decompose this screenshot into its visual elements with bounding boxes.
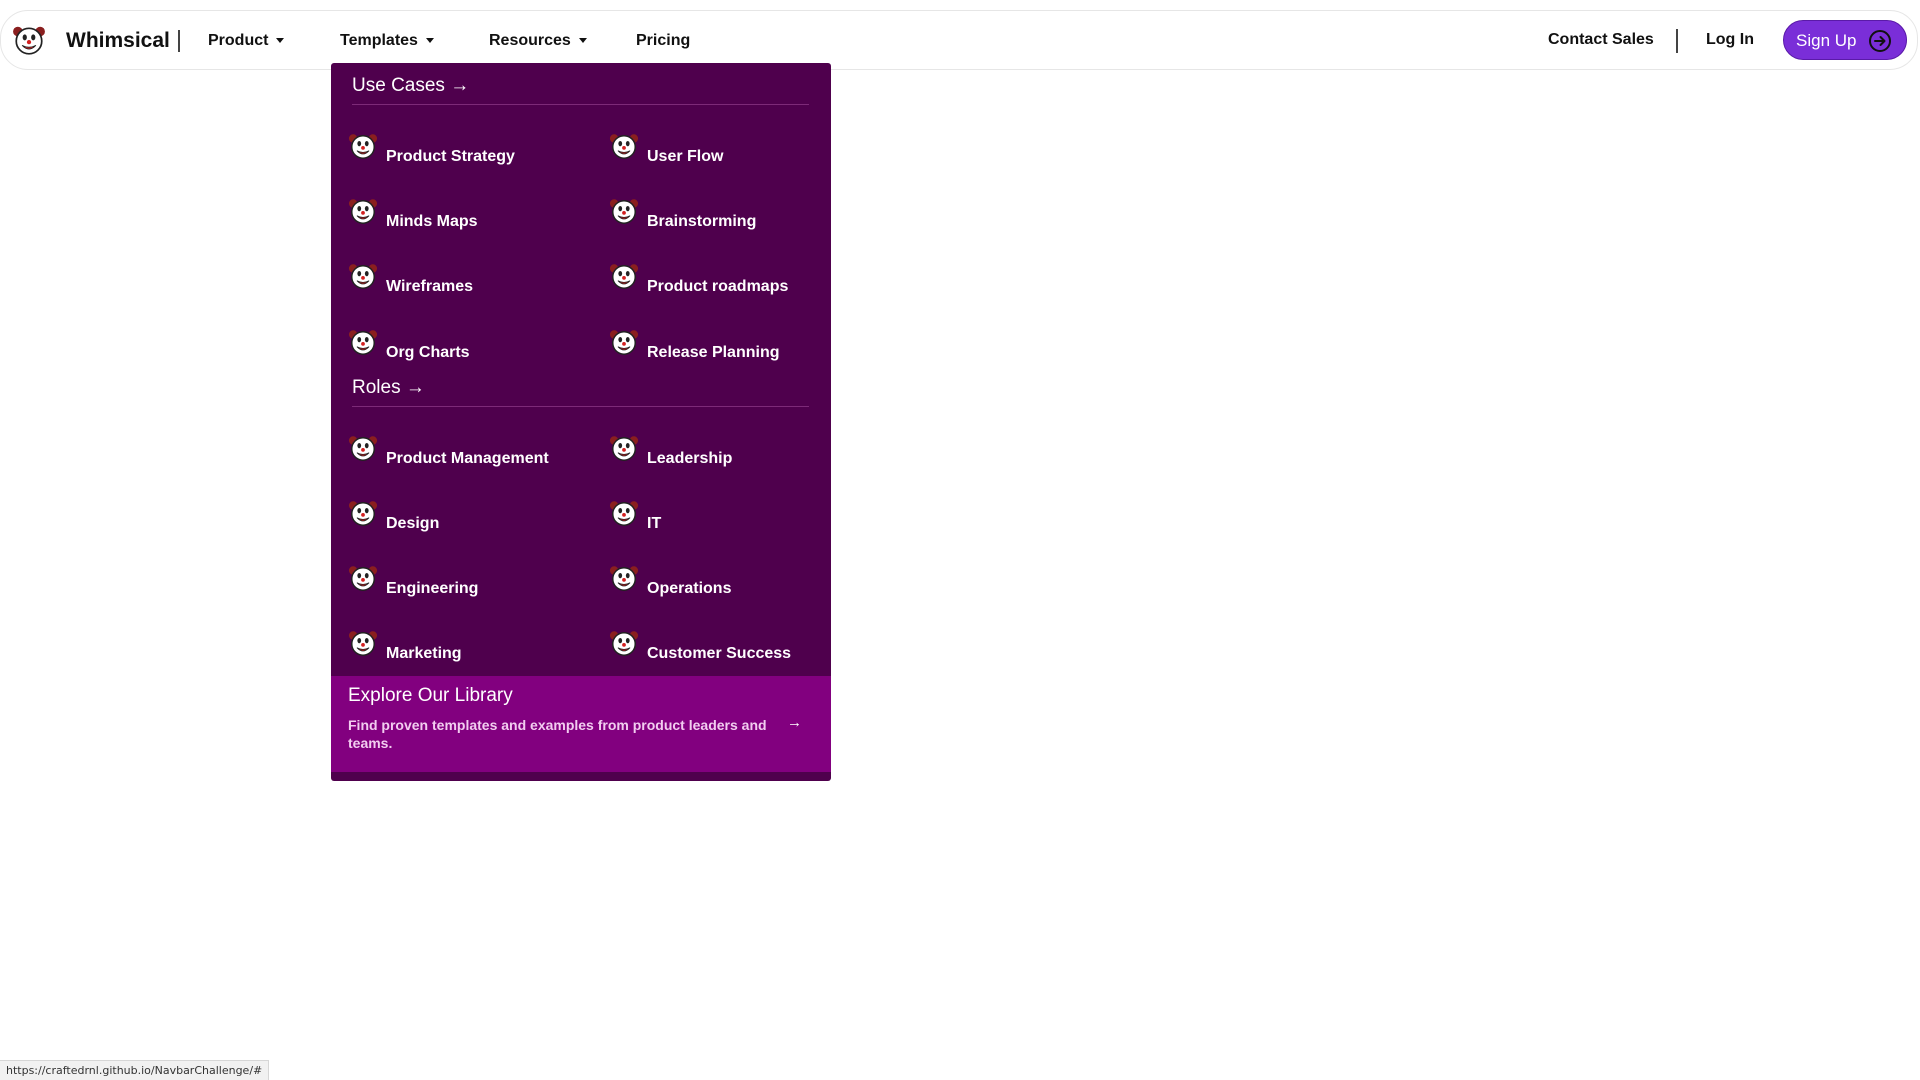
nav-item-resources[interactable]: Resources	[489, 32, 587, 50]
sign-up-label: Sign Up	[1796, 31, 1857, 50]
menu-item-product-roadmaps[interactable]: Product roadmaps	[609, 261, 831, 301]
nav-item-label: Product	[208, 32, 269, 49]
clown-face-icon	[348, 261, 378, 291]
section-divider	[352, 104, 809, 105]
log-in-link[interactable]: Log In	[1706, 31, 1754, 49]
roles-heading[interactable]: Roles →	[352, 377, 425, 399]
library-description: Find proven templates and examples from …	[348, 717, 767, 751]
brand-divider	[178, 30, 180, 52]
menu-item-label: Design	[386, 515, 440, 532]
clown-face-icon	[348, 327, 378, 357]
contact-sales-link[interactable]: Contact Sales	[1548, 31, 1654, 49]
caret-down-icon	[578, 38, 587, 44]
arrow-circle-right-icon	[1869, 30, 1891, 52]
explore-library-panel[interactable]: Explore Our Library Find proven template…	[331, 676, 831, 772]
clown-face-icon	[609, 563, 639, 593]
menu-item-brainstorming[interactable]: Brainstorming	[609, 196, 831, 236]
library-title: Explore Our Library	[348, 685, 513, 706]
nav-item-templates[interactable]: Templates	[340, 32, 434, 50]
menu-item-label: Marketing	[386, 645, 462, 662]
clown-face-icon	[348, 433, 378, 463]
clown-face-icon	[609, 498, 639, 528]
caret-down-icon	[276, 38, 285, 44]
menu-item-label: IT	[647, 515, 662, 532]
menu-item-user-flow[interactable]: User Flow	[609, 131, 831, 171]
clown-face-icon	[609, 433, 639, 463]
brand-name[interactable]: Whimsical	[66, 29, 170, 53]
clown-face-icon	[348, 563, 378, 593]
top-navbar: Whimsical Product Templates Resources Pr…	[0, 10, 1918, 70]
templates-dropdown: Use Cases → Product Strategy User Flow M…	[331, 63, 831, 781]
menu-item-label: Minds Maps	[386, 213, 478, 230]
menu-item-label: Leadership	[647, 450, 733, 467]
section-divider	[352, 406, 809, 407]
menu-item-label: Operations	[647, 580, 732, 597]
menu-item-label: Customer Success	[647, 645, 792, 662]
menu-item-label: Product Strategy	[386, 148, 515, 165]
clown-face-icon	[348, 628, 378, 658]
nav-item-label: Resources	[489, 32, 571, 49]
clown-face-icon[interactable]	[12, 23, 46, 57]
menu-item-product-management[interactable]: Product Management	[348, 433, 578, 473]
clown-face-icon	[348, 131, 378, 161]
menu-item-design[interactable]: Design	[348, 498, 578, 538]
nav-right-divider	[1676, 29, 1678, 53]
nav-item-pricing[interactable]: Pricing	[636, 32, 690, 50]
clown-face-icon	[609, 261, 639, 291]
menu-item-label: User Flow	[647, 148, 724, 165]
menu-item-customer-success[interactable]: Customer Success	[609, 628, 831, 668]
sign-up-button[interactable]: Sign Up	[1783, 20, 1907, 60]
menu-item-label: Release Planning	[647, 344, 780, 361]
menu-item-label: Product Management	[386, 450, 549, 467]
clown-face-icon	[609, 628, 639, 658]
clown-face-icon	[609, 131, 639, 161]
clown-face-icon	[348, 498, 378, 528]
menu-item-operations[interactable]: Operations	[609, 563, 831, 603]
menu-item-engineering[interactable]: Engineering	[348, 563, 578, 603]
menu-item-label: Brainstorming	[647, 213, 757, 230]
use-cases-heading[interactable]: Use Cases →	[352, 75, 469, 97]
menu-item-leadership[interactable]: Leadership	[609, 433, 831, 473]
menu-item-label: Wireframes	[386, 278, 474, 295]
status-bar-url: https://craftedrnl.github.io/NavbarChall…	[0, 1060, 270, 1080]
clown-face-icon	[348, 196, 378, 226]
menu-item-minds-maps[interactable]: Minds Maps	[348, 196, 578, 236]
clown-face-icon	[609, 196, 639, 226]
menu-item-release-planning[interactable]: Release Planning	[609, 327, 831, 367]
nav-item-product[interactable]: Product	[208, 32, 285, 50]
menu-item-label: Engineering	[386, 580, 479, 597]
nav-item-label: Templates	[340, 32, 418, 49]
caret-down-icon	[425, 38, 434, 44]
menu-item-wireframes[interactable]: Wireframes	[348, 261, 578, 301]
arrow-right-icon: →	[787, 714, 802, 731]
clown-face-icon	[609, 327, 639, 357]
menu-item-label: Product roadmaps	[647, 278, 789, 295]
menu-item-marketing[interactable]: Marketing	[348, 628, 578, 668]
menu-item-label: Org Charts	[386, 344, 470, 361]
nav-item-label: Pricing	[636, 32, 691, 49]
menu-item-org-charts[interactable]: Org Charts	[348, 327, 578, 367]
menu-item-product-strategy[interactable]: Product Strategy	[348, 131, 578, 171]
menu-item-it[interactable]: IT	[609, 498, 831, 538]
